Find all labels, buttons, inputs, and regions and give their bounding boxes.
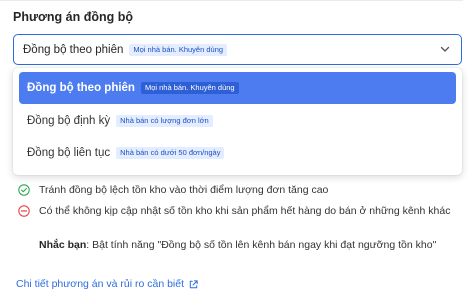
reminder-label: Nhắc bạn: [39, 239, 87, 251]
sync-method-dropdown: Đồng bộ theo phiên Mọi nhà bán. Khuyên d…: [13, 68, 462, 175]
external-link-icon[interactable]: [188, 279, 199, 290]
con-item: Có thể không kịp cập nhật số tồn kho khi…: [18, 204, 459, 219]
option-label: Đồng bộ liên tục: [27, 147, 111, 159]
select-value: Đồng bộ theo phiên: [23, 43, 124, 56]
option-badge: Nhà bán có lượng đơn lớn: [116, 115, 213, 127]
select-badge: Mọi nhà bán. Khuyên dùng: [129, 43, 228, 56]
reminder-text: : Bật tính năng "Đồng bộ số tồn lên kênh…: [86, 239, 437, 251]
sync-method-select[interactable]: Đồng bộ theo phiên Mọi nhà bán. Khuyên d…: [13, 34, 462, 65]
con-text: Có thể không kịp cập nhật số tồn kho khi…: [39, 205, 451, 217]
reminder-note: Nhắc bạn: Bật tính năng "Đồng bộ số tồn …: [39, 238, 444, 253]
minus-circle-icon: [18, 205, 30, 217]
section-title: Phương án đồng bộ: [13, 10, 134, 24]
option-label: Đồng bộ theo phiên: [27, 82, 135, 94]
pro-text: Tránh đồng bộ lệch tồn kho vào thời điểm…: [39, 184, 329, 196]
details-link-label[interactable]: Chi tiết phương án và rủi ro cần biết: [16, 278, 184, 290]
option-badge: Nhà bán có dưới 50 đơn/ngày: [116, 147, 225, 159]
details-link[interactable]: Chi tiết phương án và rủi ro cần biết: [16, 278, 199, 290]
check-circle-icon: [18, 184, 30, 196]
pro-item: Tránh đồng bộ lệch tồn kho vào thời điểm…: [18, 183, 459, 198]
option-continuous-sync[interactable]: Đồng bộ liên tục Nhà bán có dưới 50 đơn/…: [19, 137, 456, 169]
option-session-sync[interactable]: Đồng bộ theo phiên Mọi nhà bán. Khuyên d…: [19, 72, 456, 104]
chevron-down-icon[interactable]: [438, 42, 452, 56]
top-divider: [0, 0, 463, 1]
option-periodic-sync[interactable]: Đồng bộ định kỳ Nhà bán có lượng đơn lớn: [19, 105, 456, 137]
option-label: Đồng bộ định kỳ: [27, 115, 111, 127]
option-badge: Mọi nhà bán. Khuyên dùng: [140, 82, 239, 94]
